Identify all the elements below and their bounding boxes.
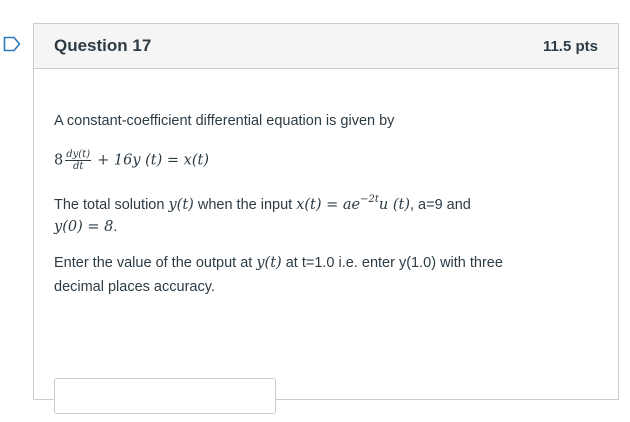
line4-yt: y(t) bbox=[256, 255, 282, 271]
differential-equation: 8 dy(t) dt + 16y (t) = x(t) bbox=[54, 149, 209, 172]
line2-prefix: The total solution bbox=[54, 197, 165, 213]
instruction-line: Enter the value of the output at y(t) at… bbox=[54, 255, 503, 271]
instruction-line-2: decimal places accuracy. bbox=[54, 279, 215, 295]
input-exponent: −2t bbox=[360, 194, 379, 205]
line4-part2: at t=1.0 i.e. enter y(1.0) with three bbox=[285, 255, 503, 271]
solution-line: The total solution y(t) when the input x… bbox=[54, 194, 471, 213]
question-points: 11.5 pts bbox=[542, 37, 598, 55]
answer-input[interactable] bbox=[54, 378, 276, 414]
line2-yt: y(t) bbox=[168, 197, 194, 213]
question-header: Question 17 11.5 pts bbox=[34, 24, 618, 69]
fraction-numerator: dy(t) bbox=[65, 149, 92, 161]
equation-coefficient: 8 bbox=[54, 152, 64, 169]
flag-question-icon[interactable] bbox=[3, 36, 21, 52]
question-title: Question 17 bbox=[54, 36, 152, 55]
fraction-denominator: dt bbox=[72, 161, 84, 172]
line2-suffix: , a=9 and bbox=[409, 197, 471, 213]
line2-ut: u (t) bbox=[378, 197, 410, 213]
equation-rest: + 16y (t) = x(t) bbox=[97, 152, 209, 169]
initial-condition-line: y(0) = 8. bbox=[54, 219, 117, 235]
question-card: Question 17 11.5 pts A constant-coeffici… bbox=[33, 23, 619, 414]
line2-mid: when the input bbox=[197, 197, 293, 213]
line3-end: . bbox=[113, 219, 118, 235]
input-lhs: x(t) = ae bbox=[296, 197, 361, 213]
line4-part1: Enter the value of the output at bbox=[54, 255, 253, 271]
question-intro: A constant-coefficient differential equa… bbox=[54, 113, 395, 129]
initial-condition: y(0) = 8 bbox=[54, 219, 114, 235]
derivative-fraction: dy(t) dt bbox=[65, 149, 92, 172]
